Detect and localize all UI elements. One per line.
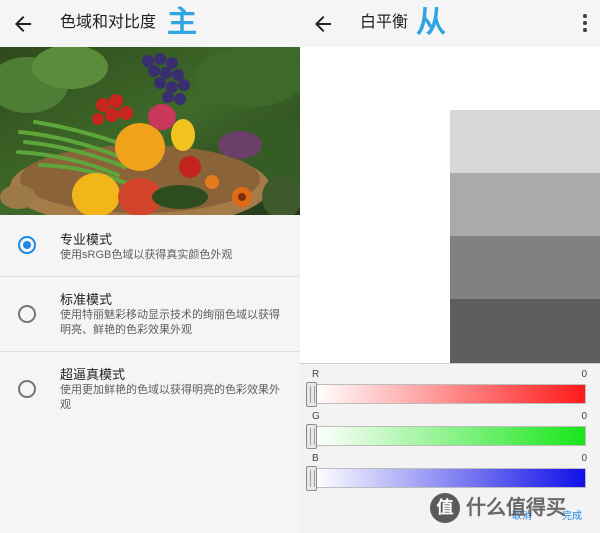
gray-swatch-mid-dark [450, 236, 600, 299]
blue-channel-value: 0 [581, 453, 587, 464]
blue-slider-thumb[interactable] [306, 466, 317, 491]
gray-swatch-mid-light [450, 173, 600, 236]
overlay-label-main: 主 [167, 6, 197, 39]
hero-image [0, 47, 300, 215]
option-description: 使用sRGB色域以获得真实颜色外观 [60, 249, 233, 261]
page-title: 白平衡 [360, 14, 409, 31]
white-balance-screen: 白平衡 从 R 0 G 0 B 0 取消 完成 [300, 0, 600, 533]
watermark-badge: 值 [430, 493, 460, 523]
overlay-label-secondary: 从 [416, 6, 446, 39]
red-channel-value: 0 [581, 369, 587, 380]
green-channel-value: 0 [581, 411, 587, 422]
option-description: 使用更加鲜艳的色域以获得明亮的色彩效果外观 [60, 384, 280, 411]
radio-pro-mode[interactable] [18, 236, 36, 254]
color-gamut-screen: 色域和对比度 主 专业模式 使用sRGB色域以获得真实颜色外观 标准模式 使用特… [0, 0, 300, 533]
option-name: 专业模式 [60, 232, 113, 247]
gray-swatch-dark [450, 299, 600, 363]
watermark-text: 什么值得买 [466, 497, 566, 519]
option-ultra-real-mode[interactable]: 超逼真模式 使用更加鲜艳的色域以获得明亮的色彩效果外观 [0, 352, 300, 432]
green-slider-thumb[interactable] [306, 424, 317, 449]
red-slider-thumb[interactable] [306, 382, 317, 407]
watermark-badge-text: 值 [436, 498, 454, 517]
blue-channel-label: B [312, 453, 319, 464]
more-menu-icon[interactable] [582, 14, 588, 34]
option-name: 标准模式 [60, 292, 113, 307]
back-arrow-icon[interactable] [311, 12, 335, 36]
right-app-bar: 白平衡 从 [300, 0, 600, 47]
left-app-bar: 色域和对比度 主 [0, 0, 300, 47]
page-title: 色域和对比度 [60, 14, 157, 31]
radio-standard-mode[interactable] [18, 305, 36, 323]
blue-slider-track[interactable] [314, 468, 586, 488]
watermark: 值 什么值得买 [430, 493, 590, 523]
green-channel-label: G [312, 411, 320, 422]
green-slider-track[interactable] [314, 426, 586, 446]
option-name: 超逼真模式 [60, 367, 126, 382]
option-pro-mode[interactable]: 专业模式 使用sRGB色域以获得真实颜色外观 [0, 215, 300, 276]
option-standard-mode[interactable]: 标准模式 使用特丽魅彩移动显示技术的绚丽色域以获得明亮、鲜艳的色彩效果外观 [0, 277, 300, 351]
back-arrow-icon[interactable] [11, 12, 35, 36]
radio-ultra-real-mode[interactable] [18, 380, 36, 398]
gray-swatch-light [450, 110, 600, 173]
red-channel-label: R [312, 369, 320, 380]
option-description: 使用特丽魅彩移动显示技术的绚丽色域以获得明亮、鲜艳的色彩效果外观 [60, 309, 280, 336]
red-slider-track[interactable] [314, 384, 586, 404]
